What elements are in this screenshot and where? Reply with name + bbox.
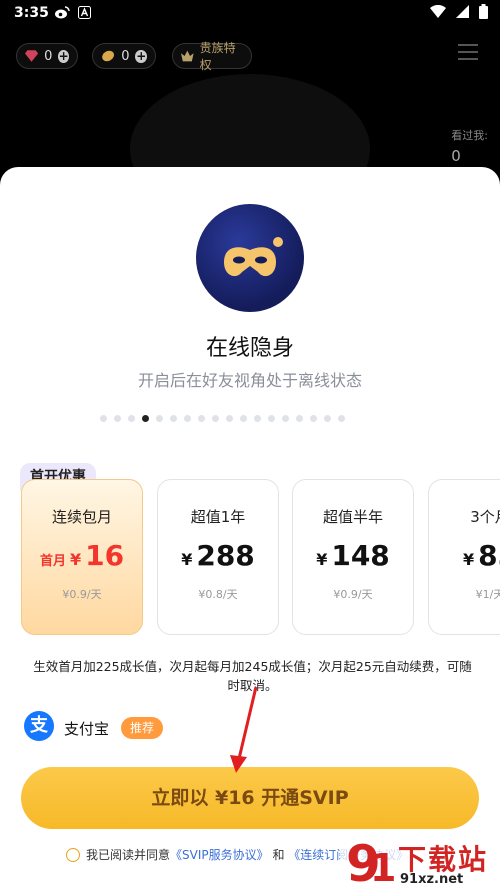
- currency: ¥: [462, 550, 475, 569]
- status-right: [430, 4, 488, 19]
- carousel-dot[interactable]: [184, 415, 191, 422]
- carousel-dot[interactable]: [198, 415, 205, 422]
- annotation-arrow: [230, 686, 258, 773]
- price-value: 85: [478, 539, 500, 572]
- alipay-icon: 支: [24, 711, 54, 741]
- carousel-dot[interactable]: [128, 415, 135, 422]
- carousel-dot[interactable]: [254, 415, 261, 422]
- gem-count: 0: [44, 48, 53, 64]
- carousel-dot[interactable]: [268, 415, 275, 422]
- status-time: 3:35: [14, 5, 49, 21]
- plan-price: 首月 ¥16: [22, 539, 142, 572]
- carousel-dot[interactable]: [226, 415, 233, 422]
- watermark-url: 91xz.net: [400, 872, 464, 887]
- bean-balance[interactable]: 0 +: [92, 43, 156, 69]
- menu-icon[interactable]: [458, 44, 478, 62]
- gem-balance[interactable]: 0 +: [16, 43, 78, 69]
- viewed-count: 0: [451, 147, 461, 165]
- price-value: 288: [196, 539, 255, 572]
- weibo-icon: [55, 6, 70, 19]
- plan-name: 3个月: [470, 508, 500, 526]
- signal-icon: [456, 5, 469, 18]
- carousel-dot[interactable]: [282, 415, 289, 422]
- open-svip-button[interactable]: 立即以 ¥16 开通SVIP: [21, 767, 479, 829]
- carousel-indicator[interactable]: [100, 415, 345, 422]
- carousel-dot[interactable]: [240, 415, 247, 422]
- plan-card-half-year[interactable]: 超值半年 ¥148 ¥0.9/天: [292, 479, 414, 635]
- currency: ¥: [316, 550, 328, 569]
- wifi-icon: [430, 5, 446, 18]
- carousel-dot[interactable]: [100, 415, 107, 422]
- feature-title: 在线隐身: [205, 336, 294, 361]
- plan-card-quarterly[interactable]: 3个月 ¥85 ¥1/天: [428, 479, 500, 635]
- recommend-badge: 推荐: [121, 717, 164, 739]
- crown-icon: [181, 50, 194, 62]
- svip-agreement-link[interactable]: 《SVIP服务协议》: [170, 848, 269, 862]
- noble-privilege-button[interactable]: 贵族特权: [172, 41, 252, 72]
- agreement-checkbox[interactable]: [66, 848, 80, 862]
- plan-name: 超值半年: [322, 508, 383, 526]
- viewed-me: 看过我: 0: [451, 127, 488, 165]
- agreement-prefix: 我已阅读并同意: [86, 848, 171, 862]
- plan-daily-price: ¥0.9/天: [62, 588, 102, 601]
- price-value: 16: [85, 539, 125, 572]
- a-notification-icon: [78, 6, 91, 19]
- feature-subtitle: 开启后在好友视角处于离线状态: [137, 371, 362, 390]
- carousel-dot[interactable]: [324, 415, 331, 422]
- carousel-dot[interactable]: [156, 415, 163, 422]
- plan-price: ¥85: [429, 539, 500, 572]
- carousel-dot[interactable]: [114, 415, 121, 422]
- plan-price: ¥288: [158, 539, 278, 572]
- status-bar: 3:35: [0, 0, 500, 28]
- noble-privilege-label: 贵族特权: [199, 41, 236, 72]
- carousel-dot[interactable]: [296, 415, 303, 422]
- carousel-dot[interactable]: [338, 415, 345, 422]
- plan-daily-price: ¥0.9/天: [333, 588, 373, 601]
- bean-icon: [102, 50, 114, 62]
- battery-icon: [479, 4, 488, 19]
- carousel-dot[interactable]: [170, 415, 177, 422]
- price-value: 148: [331, 539, 390, 572]
- plan-daily-price: ¥1/天: [475, 588, 500, 601]
- plan-card-monthly[interactable]: 连续包月 首月 ¥16 ¥0.9/天: [21, 479, 143, 635]
- gem-icon: [25, 50, 39, 62]
- currency: ¥: [69, 550, 82, 569]
- mask-icon: [224, 237, 283, 277]
- bean-count: 0: [121, 48, 130, 64]
- add-beans-icon[interactable]: +: [135, 49, 147, 63]
- stealth-mask-icon: [196, 204, 304, 312]
- plan-name: 连续包月: [51, 508, 112, 526]
- svg-text:1: 1: [370, 846, 396, 890]
- agreement-and: 和: [272, 848, 285, 862]
- carousel-dot[interactable]: [142, 415, 149, 422]
- plan-price: ¥148: [293, 539, 413, 572]
- plan-name: 超值1年: [190, 508, 246, 526]
- plan-prefix: 首月: [39, 554, 66, 569]
- carousel-dot[interactable]: [310, 415, 317, 422]
- plan-card-yearly[interactable]: 超值1年 ¥288 ¥0.8/天: [157, 479, 279, 635]
- viewed-label: 看过我:: [451, 129, 488, 142]
- plan-daily-price: ¥0.8/天: [198, 588, 238, 601]
- add-gems-icon[interactable]: +: [58, 49, 69, 63]
- currency: ¥: [181, 550, 193, 569]
- payment-method-label[interactable]: 支付宝: [64, 718, 109, 739]
- carousel-dot[interactable]: [212, 415, 219, 422]
- svip-purchase-sheet: 在线隐身 开启后在好友视角处于离线状态 首开优惠 连续包月 首月 ¥16 ¥0.9…: [0, 167, 500, 890]
